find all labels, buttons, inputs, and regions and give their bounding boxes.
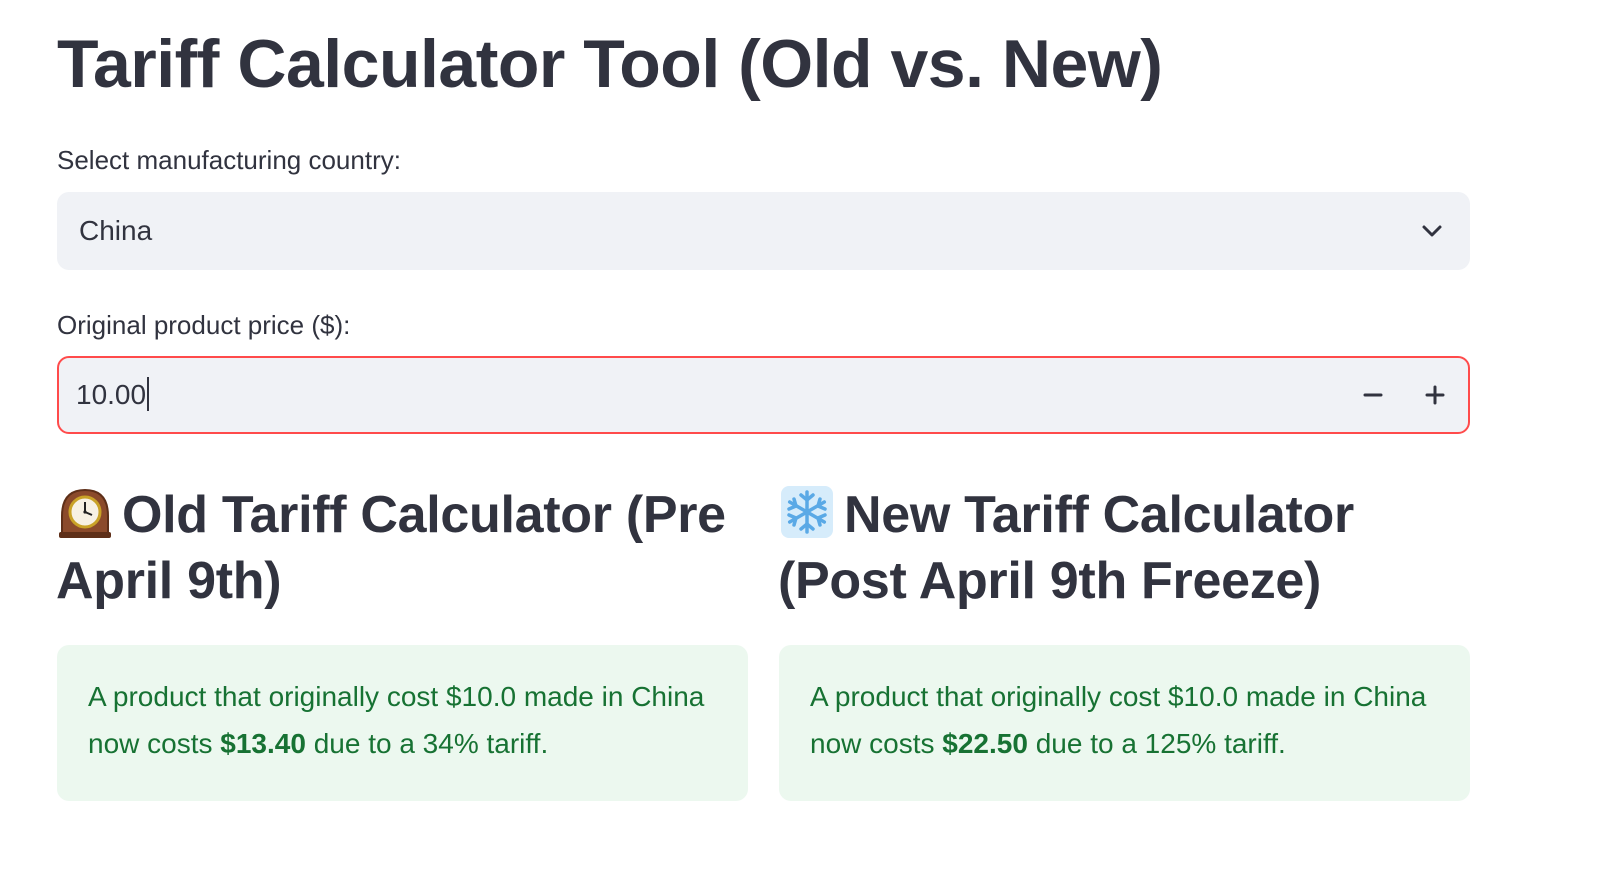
old-result-box: A product that originally cost $10.0 mad…: [57, 645, 748, 801]
text-caret: [147, 377, 150, 411]
plus-icon: [1425, 385, 1445, 405]
old-calculator-heading: Old Tariff Calculator (Pre April 9th): [56, 482, 736, 614]
decrement-button[interactable]: [1350, 372, 1396, 418]
price-input-label: Original product price ($):: [57, 310, 351, 340]
price-input-value[interactable]: 10.00: [76, 376, 150, 414]
old-result-suffix: due to a 34% tariff.: [305, 728, 549, 759]
mantelpiece-clock-icon: [59, 488, 111, 538]
old-result-price: $13.40: [220, 728, 306, 759]
minus-icon: [1363, 393, 1383, 397]
new-calculator-heading-text: New Tariff Calculator (Post April 9th Fr…: [778, 486, 1354, 610]
new-result-suffix: due to a 125% tariff.: [1027, 728, 1286, 759]
snowflake-icon: [781, 486, 833, 538]
increment-button[interactable]: [1412, 372, 1458, 418]
chevron-down-icon[interactable]: [1420, 219, 1444, 243]
country-select-label: Select manufacturing country:: [57, 145, 401, 175]
country-select-value: China: [79, 215, 153, 246]
new-result-box: A product that originally cost $10.0 mad…: [779, 645, 1470, 801]
new-result-price: $22.50: [942, 728, 1028, 759]
old-calculator-heading-text: Old Tariff Calculator (Pre April 9th): [56, 486, 726, 610]
new-calculator-heading: New Tariff Calculator (Post April 9th Fr…: [778, 482, 1478, 614]
price-input[interactable]: 10.00: [57, 356, 1470, 434]
page-title: Tariff Calculator Tool (Old vs. New): [57, 26, 1163, 102]
country-select[interactable]: China: [57, 192, 1470, 270]
